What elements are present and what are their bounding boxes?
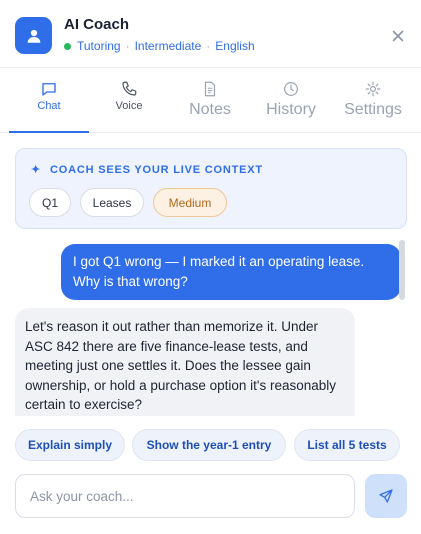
- assistant-message: Let's reason it out rather than memorize…: [15, 308, 355, 416]
- context-heading: COACH SEES YOUR LIVE CONTEXT: [50, 163, 263, 176]
- context-chip-topic: Leases: [80, 188, 144, 217]
- send-button[interactable]: [365, 474, 407, 518]
- context-chip-difficulty: Medium: [153, 188, 227, 217]
- gear-icon: [365, 81, 381, 97]
- meta-separator: ·: [125, 39, 130, 53]
- chat-header: AI Coach Tutoring · Intermediate · Engli…: [0, 0, 421, 68]
- ask-coach-input[interactable]: [15, 474, 355, 518]
- close-icon[interactable]: [390, 28, 406, 44]
- phone-icon: [122, 81, 137, 96]
- send-icon: [379, 489, 393, 503]
- suggestion-explain-simply[interactable]: Explain simply: [15, 429, 125, 461]
- language-label: English: [215, 39, 255, 53]
- message-scrollbar[interactable]: [399, 240, 405, 300]
- level-label: Intermediate: [134, 39, 202, 53]
- suggestion-list-tests[interactable]: List all 5 tests: [294, 429, 400, 461]
- tab-notes[interactable]: Notes: [170, 69, 250, 133]
- tab-voice[interactable]: Voice: [89, 69, 169, 133]
- chat-bubble-icon: [42, 83, 56, 96]
- live-context-panel: ✦ COACH SEES YOUR LIVE CONTEXT Q1 Leases…: [15, 148, 407, 229]
- online-status-dot: [64, 42, 71, 50]
- tab-label: History: [266, 101, 316, 118]
- suggestion-chips: Explain simply Show the year-1 entry Lis…: [0, 429, 421, 461]
- meta-separator: ·: [206, 39, 211, 53]
- user-message: I got Q1 wrong — I marked it an operatin…: [61, 244, 401, 300]
- tab-label: Settings: [344, 101, 402, 118]
- message-list[interactable]: I got Q1 wrong — I marked it an operatin…: [0, 236, 421, 416]
- coach-meta: Tutoring · Intermediate · English: [64, 39, 255, 53]
- suggestion-year1-entry[interactable]: Show the year-1 entry: [132, 429, 286, 461]
- tab-label: Notes: [189, 101, 231, 118]
- tab-history[interactable]: History: [251, 69, 331, 133]
- tab-chat[interactable]: Chat: [9, 69, 89, 133]
- tab-label: Voice: [115, 100, 143, 112]
- person-icon: [15, 17, 52, 54]
- clock-icon: [284, 82, 298, 96]
- context-heading-row: ✦ COACH SEES YOUR LIVE CONTEXT: [31, 163, 263, 177]
- tab-label: Chat: [37, 100, 61, 112]
- tab-settings[interactable]: Settings: [333, 69, 413, 133]
- sparkle-icon: ✦: [31, 164, 42, 176]
- document-icon: [204, 81, 216, 97]
- mode-label: Tutoring: [77, 39, 121, 53]
- coach-title: AI Coach: [64, 16, 130, 33]
- tab-bar: Chat Voice Notes History Settings: [0, 69, 421, 133]
- context-chip-question: Q1: [29, 188, 71, 217]
